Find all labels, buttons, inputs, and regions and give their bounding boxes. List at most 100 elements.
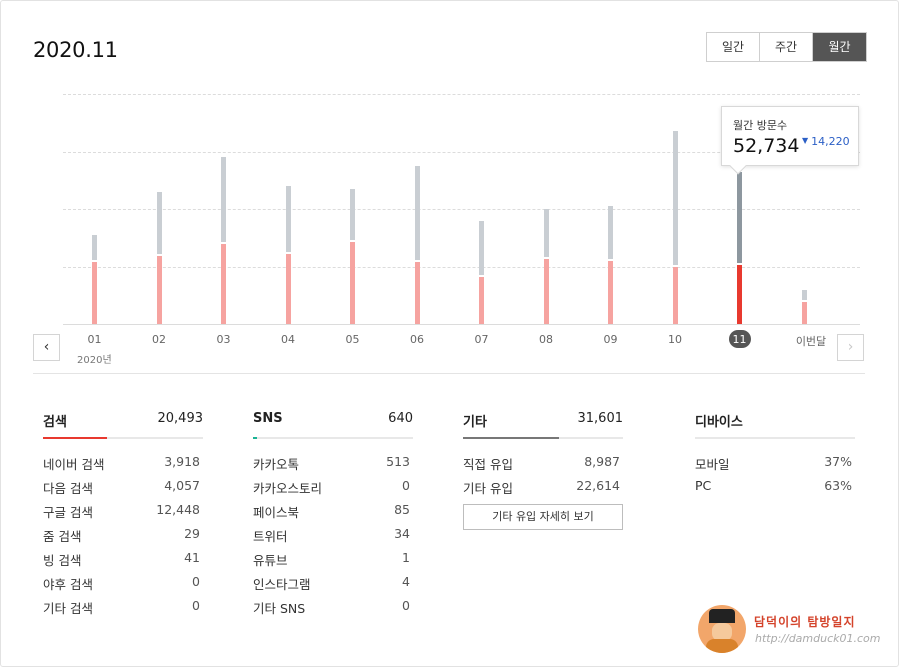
item-label: 직접 유입	[463, 457, 513, 472]
other-list: 직접 유입 8,987 기타 유입 22,614	[463, 450, 623, 498]
bar-total[interactable]	[479, 220, 484, 275]
x-tick-label[interactable]: 09	[591, 333, 631, 346]
other-detail-button[interactable]: 기타 유입 자세히 보기	[463, 504, 623, 530]
item-value: 0	[402, 478, 410, 493]
item-value: 34	[394, 526, 410, 541]
item-value: 0	[402, 598, 410, 613]
item-value: 3,918	[164, 454, 200, 469]
bar-search[interactable]	[414, 262, 420, 324]
search-total: 20,493	[157, 411, 204, 426]
bar-total[interactable]	[221, 157, 226, 242]
x-tick-label[interactable]: 11	[720, 333, 760, 346]
tab-weekly[interactable]: 주간	[760, 33, 813, 61]
other-header: 기타 31,601	[463, 411, 623, 439]
list-item: 모바일 37%	[695, 450, 855, 474]
bar-search[interactable]	[737, 265, 742, 324]
x-tick-label[interactable]: 08	[526, 333, 566, 346]
item-value: 513	[386, 454, 410, 469]
bar-total[interactable]	[92, 234, 97, 261]
bar-search[interactable]	[221, 243, 226, 324]
x-tick-label[interactable]: 10	[655, 333, 695, 346]
bar-total[interactable]	[285, 186, 291, 252]
x-tick-label[interactable]: 02	[139, 333, 179, 346]
item-value: 85	[394, 502, 410, 517]
bar-search[interactable]	[479, 276, 484, 324]
item-label: 유튜브	[253, 553, 288, 568]
x-tick-label[interactable]: 06	[397, 333, 437, 346]
x-tick-label[interactable]: 03	[204, 333, 244, 346]
item-value: 0	[192, 598, 200, 613]
bar-search[interactable]	[608, 260, 613, 324]
item-label: 카카오스토리	[253, 481, 323, 496]
bar-total[interactable]	[156, 191, 162, 255]
bar-search[interactable]	[285, 253, 291, 324]
bar-search[interactable]	[92, 262, 97, 324]
item-label: PC	[695, 478, 712, 493]
item-label: 인스타그램	[253, 577, 311, 592]
x-tick-label[interactable]: 05	[333, 333, 373, 346]
other-total: 31,601	[577, 411, 624, 426]
prev-button[interactable]: ‹	[33, 334, 60, 361]
item-value: 63%	[824, 478, 852, 493]
triangle-down-icon: ▼	[802, 136, 809, 145]
item-label: 카카오톡	[253, 457, 300, 472]
sns-header: SNS 640	[253, 411, 413, 439]
other-stats: 기타 31,601 직접 유입 8,987 기타 유입 22,614	[463, 411, 623, 498]
watermark-url: http://damduck01.com	[755, 632, 881, 645]
item-value: 12,448	[156, 502, 200, 517]
bar-search[interactable]	[350, 242, 355, 324]
list-item: 트위터 34	[253, 522, 413, 546]
search-ratio-bar	[43, 437, 107, 439]
bar-total[interactable]	[737, 172, 742, 264]
search-header: 검색 20,493	[43, 411, 203, 439]
sns-total: 640	[388, 411, 413, 426]
item-value: 29	[184, 526, 200, 541]
x-tick-label[interactable]: 이번달	[791, 333, 831, 349]
item-label: 빙 검색	[43, 553, 82, 568]
next-button[interactable]: ›	[837, 334, 864, 361]
device-title: 디바이스	[695, 415, 743, 430]
list-item: 직접 유입 8,987	[463, 450, 623, 474]
tab-monthly[interactable]: 월간	[813, 33, 866, 61]
bar-search[interactable]	[156, 256, 162, 324]
other-title: 기타	[463, 415, 487, 430]
tab-daily[interactable]: 일간	[707, 33, 760, 61]
bar-total[interactable]	[543, 209, 549, 258]
bar-search[interactable]	[801, 302, 807, 324]
device-list: 모바일 37% PC 63%	[695, 450, 855, 498]
x-tick-label[interactable]: 04	[268, 333, 308, 346]
search-list: 네이버 검색 3,918 다음 검색 4,057 구글 검색 12,448 줌 검색 29 빙 …	[43, 450, 203, 618]
list-item: 기타 SNS 0	[253, 594, 413, 618]
bar-search[interactable]	[672, 266, 678, 324]
item-value: 22,614	[576, 478, 620, 493]
bar-total[interactable]	[414, 165, 420, 261]
list-item: 페이스북 85	[253, 498, 413, 522]
item-value: 4,057	[164, 478, 200, 493]
item-label: 트위터	[253, 529, 288, 544]
item-label: 모바일	[695, 457, 730, 472]
item-value: 41	[184, 550, 200, 565]
watermark: 담덕이의 탐방일지 http://damduck01.com	[698, 605, 888, 660]
item-label: 줌 검색	[43, 529, 82, 544]
section-divider	[33, 373, 865, 374]
list-item: 다음 검색 4,057	[43, 474, 203, 498]
bar-search[interactable]	[543, 259, 549, 324]
sns-stats: SNS 640 카카오톡 513 카카오스토리 0 페이스북 85 트위터 34 유튜브 1 인스타…	[253, 411, 413, 618]
item-label: 야후 검색	[43, 577, 93, 592]
sns-list: 카카오톡 513 카카오스토리 0 페이스북 85 트위터 34 유튜브 1 인스타그램 4 기타 SN…	[253, 450, 413, 618]
bar-total[interactable]	[801, 289, 807, 301]
list-item: 인스타그램 4	[253, 570, 413, 594]
tooltip-value: 52,734	[733, 135, 800, 157]
bar-total[interactable]	[350, 188, 355, 241]
item-label: 기타 SNS	[253, 601, 306, 616]
x-tick-label[interactable]: 07	[462, 333, 502, 346]
mascot-avatar	[698, 605, 746, 653]
bar-total[interactable]	[608, 206, 613, 259]
x-tick-label[interactable]: 01	[75, 333, 115, 346]
search-title: 검색	[43, 415, 67, 430]
grid-line	[63, 324, 860, 325]
list-item: 구글 검색 12,448	[43, 498, 203, 522]
list-item: 카카오스토리 0	[253, 474, 413, 498]
chevron-right-icon: ›	[847, 339, 854, 355]
bar-total[interactable]	[672, 131, 678, 265]
